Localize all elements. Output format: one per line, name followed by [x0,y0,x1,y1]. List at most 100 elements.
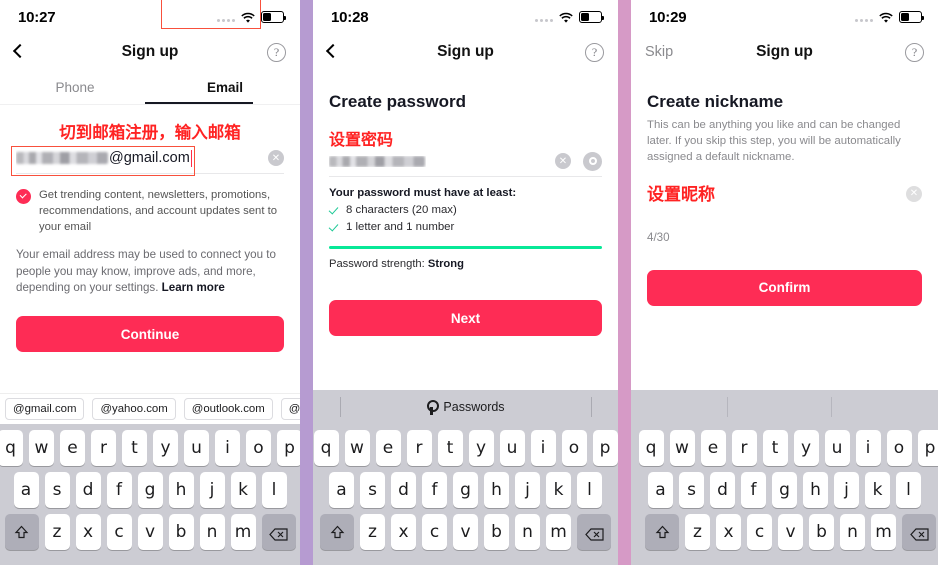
key-j[interactable]: j [834,472,859,508]
backspace-key[interactable] [902,514,936,550]
key-q[interactable]: q [0,430,23,466]
key-w[interactable]: w [669,430,695,466]
key-z[interactable]: z [685,514,710,550]
key-t[interactable]: t [437,430,463,466]
marketing-consent-row[interactable]: Get trending content, newsletters, promo… [0,174,300,235]
key-c[interactable]: c [106,514,132,550]
key-u[interactable]: u [824,430,850,466]
key-d[interactable]: d [710,472,735,508]
shift-key[interactable] [4,514,39,550]
key-z[interactable]: z [360,514,385,550]
key-m[interactable]: m [871,514,896,550]
email-input-row[interactable]: @gmail.com ✕ [16,143,284,173]
key-a[interactable]: a [648,472,673,508]
key-l[interactable]: l [896,472,921,508]
clear-circle-icon[interactable]: ✕ [906,185,922,202]
key-c[interactable]: c [422,514,447,550]
key-s[interactable]: s [360,472,385,508]
key-o[interactable]: o [246,430,271,466]
clear-circle-icon[interactable]: ✕ [268,150,284,166]
backspace-key[interactable] [577,514,611,550]
question-mark-circle-icon[interactable]: ? [585,42,604,62]
key-e[interactable]: e [700,430,726,466]
key-f[interactable]: f [741,472,766,508]
key-i[interactable]: i [215,430,240,466]
key-i[interactable]: i [530,430,556,466]
nav-left-slot[interactable]: Skip [645,44,697,60]
shift-key[interactable] [645,514,679,550]
confirm-button[interactable]: Confirm [647,269,922,306]
key-y[interactable]: y [153,430,178,466]
key-r[interactable]: r [731,430,757,466]
key-t[interactable]: t [762,430,788,466]
skip-button[interactable]: Skip [645,44,673,60]
shift-key[interactable] [320,514,354,550]
key-x[interactable]: x [75,514,101,550]
key-x[interactable]: x [716,514,741,550]
key-p[interactable]: p [277,430,300,466]
key-g[interactable]: g [772,472,797,508]
key-w[interactable]: w [344,430,370,466]
key-d[interactable]: d [391,472,416,508]
key-n[interactable]: n [199,514,225,550]
key-j[interactable]: j [515,472,540,508]
key-p[interactable]: p [917,430,938,466]
key-h[interactable]: h [168,472,194,508]
key-m[interactable]: m [230,514,256,550]
key-g[interactable]: g [137,472,163,508]
key-f[interactable]: f [106,472,132,508]
suggestion-chip[interactable]: @ [280,398,300,420]
password-input-row[interactable]: ✕ [329,146,602,176]
key-a[interactable]: a [329,472,354,508]
chevron-left-icon[interactable] [327,44,336,60]
key-n[interactable]: n [840,514,865,550]
ios-passwords-autofill-bar[interactable]: Passwords [313,390,618,424]
nav-left-slot[interactable] [14,44,66,60]
key-k[interactable]: k [865,472,890,508]
key-q[interactable]: q [313,430,339,466]
key-b[interactable]: b [484,514,509,550]
key-s[interactable]: s [44,472,70,508]
key-y[interactable]: y [793,430,819,466]
key-n[interactable]: n [515,514,540,550]
key-v[interactable]: v [778,514,803,550]
key-b[interactable]: b [809,514,834,550]
suggestion-chip[interactable]: @gmail.com [5,398,85,420]
nav-left-slot[interactable] [327,44,379,60]
key-h[interactable]: h [803,472,828,508]
key-g[interactable]: g [453,472,478,508]
key-p[interactable]: p [592,430,618,466]
key-d[interactable]: d [75,472,101,508]
question-mark-circle-icon[interactable]: ? [267,42,286,62]
key-a[interactable]: a [13,472,39,508]
key-s[interactable]: s [679,472,704,508]
learn-more-link[interactable]: Learn more [162,281,225,294]
key-z[interactable]: z [44,514,70,550]
key-r[interactable]: r [91,430,116,466]
key-c[interactable]: c [747,514,772,550]
key-k[interactable]: k [230,472,256,508]
key-u[interactable]: u [499,430,525,466]
key-v[interactable]: v [453,514,478,550]
key-y[interactable]: y [468,430,494,466]
key-o[interactable]: o [886,430,912,466]
consent-checkbox[interactable] [16,189,31,204]
backspace-key[interactable] [261,514,296,550]
key-f[interactable]: f [422,472,447,508]
key-l[interactable]: l [577,472,602,508]
tab-email[interactable]: Email [150,70,300,104]
nickname-input-row[interactable]: 设置昵称 ✕ [631,166,938,205]
key-i[interactable]: i [855,430,881,466]
key-e[interactable]: e [60,430,85,466]
suggestion-chip[interactable]: @outlook.com [183,398,273,420]
key-k[interactable]: k [546,472,571,508]
eye-icon[interactable] [583,151,602,171]
key-e[interactable]: e [375,430,401,466]
key-q[interactable]: q [638,430,664,466]
tab-phone[interactable]: Phone [0,70,150,104]
key-l[interactable]: l [261,472,287,508]
key-m[interactable]: m [546,514,571,550]
key-w[interactable]: w [29,430,54,466]
key-j[interactable]: j [199,472,225,508]
suggestion-chip[interactable]: @yahoo.com [92,398,176,420]
